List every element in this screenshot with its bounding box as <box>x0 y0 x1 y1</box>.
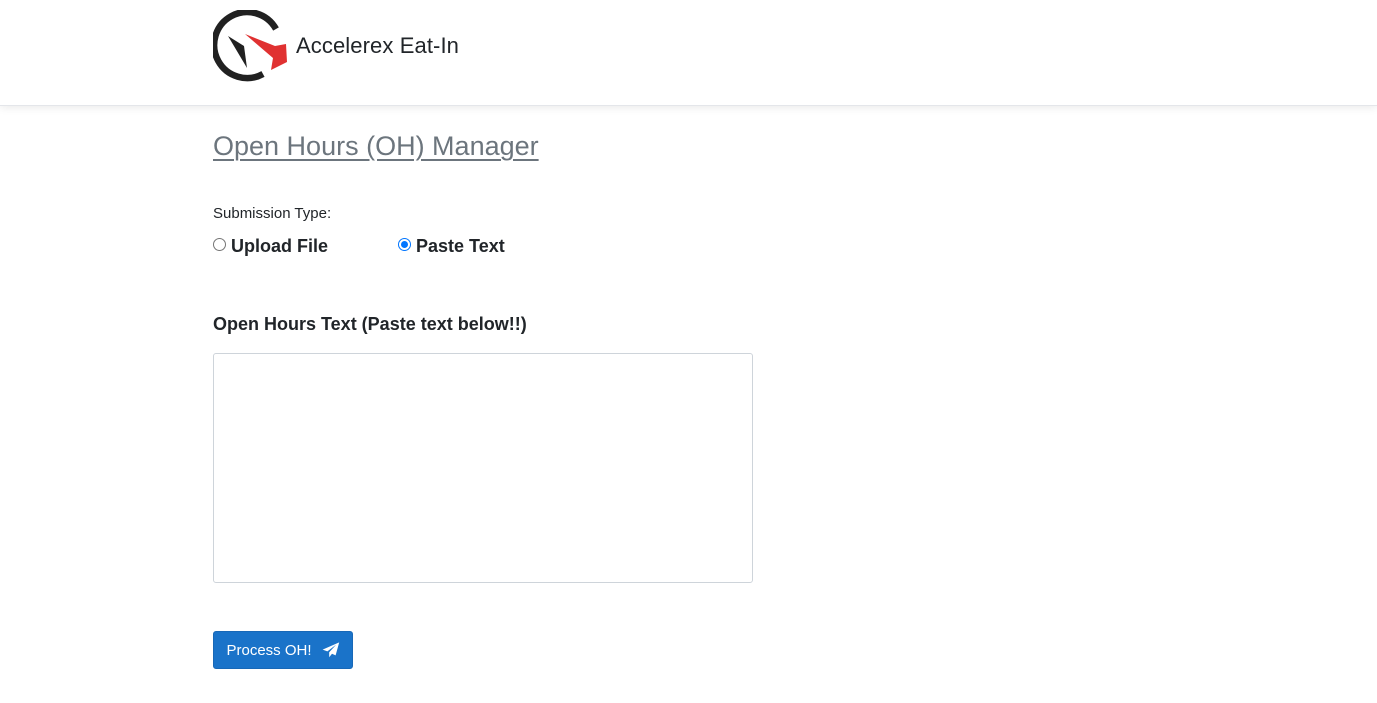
process-oh-label: Process OH! <box>226 641 312 659</box>
submission-type-label: Submission Type: <box>213 205 332 222</box>
brand-link[interactable]: Accelerex Eat-In <box>213 10 459 82</box>
process-oh-button[interactable]: Process OH! <box>213 631 353 669</box>
accelerex-logo-icon <box>213 10 287 82</box>
open-hours-textarea[interactable] <box>213 353 753 583</box>
open-hours-text-label: Open Hours Text (Paste text below!!) <box>213 314 527 334</box>
paste-text-radio[interactable] <box>398 238 411 251</box>
paper-plane-icon <box>322 642 339 658</box>
upload-file-radio[interactable] <box>213 238 226 251</box>
brand-name: Accelerex Eat-In <box>296 33 460 58</box>
paste-text-option[interactable]: Paste Text <box>398 236 505 257</box>
upload-file-label: Upload File <box>231 236 329 256</box>
upload-file-option[interactable]: Upload File <box>213 236 328 257</box>
page-title[interactable]: Open Hours (OH) Manager <box>213 131 539 162</box>
paste-text-label: Paste Text <box>416 236 505 256</box>
top-navbar: Accelerex Eat-In <box>0 0 1377 106</box>
